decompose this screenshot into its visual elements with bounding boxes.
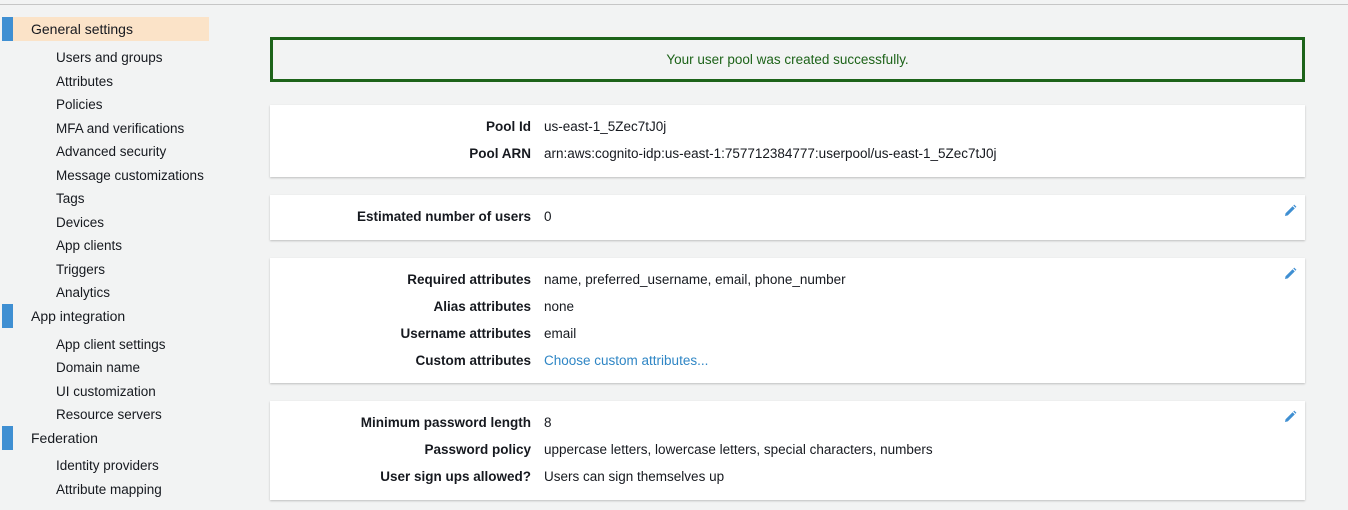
sidebar-section-app-integration[interactable]: App integration <box>0 304 210 328</box>
pencil-icon[interactable] <box>1283 410 1297 424</box>
sidebar: General settings Users and groups Attrib… <box>0 0 230 510</box>
users-card: Estimated number of users 0 <box>270 195 1305 240</box>
custom-attributes-label: Custom attributes <box>415 353 531 368</box>
sidebar-item-policies[interactable]: Policies <box>56 97 103 112</box>
required-attributes-row: Required attributes name, preferred_user… <box>270 272 1305 292</box>
sidebar-item-app-client-settings[interactable]: App client settings <box>56 337 166 352</box>
sidebar-item-domain-name[interactable]: Domain name <box>56 360 140 375</box>
estimated-users-label: Estimated number of users <box>356 209 531 224</box>
password-policy-row: Password policy uppercase letters, lower… <box>270 442 1305 462</box>
pool-info-card: Pool Id us-east-1_5Zec7tJ0j Pool ARN arn… <box>270 105 1305 177</box>
sidebar-item-advanced-security[interactable]: Advanced security <box>56 144 166 159</box>
attributes-card: Required attributes name, preferred_user… <box>270 258 1305 383</box>
choose-custom-attributes-link[interactable]: Choose custom attributes... <box>544 353 708 368</box>
sidebar-item-devices[interactable]: Devices <box>56 215 104 230</box>
sidebar-item-ui-customization[interactable]: UI customization <box>56 384 156 399</box>
sidebar-item-app-clients[interactable]: App clients <box>56 238 122 253</box>
min-password-length-label: Minimum password length <box>360 415 531 430</box>
section-marker <box>2 17 13 41</box>
username-attributes-value: email <box>544 326 577 341</box>
sidebar-item-analytics[interactable]: Analytics <box>56 285 110 300</box>
alias-attributes-value: none <box>544 299 575 314</box>
sidebar-item-resource-servers[interactable]: Resource servers <box>56 407 162 422</box>
user-signups-label: User sign ups allowed? <box>380 469 531 484</box>
alias-attributes-label: Alias attributes <box>433 299 531 314</box>
estimated-users-value: 0 <box>544 209 552 224</box>
pool-arn-label: Pool ARN <box>469 146 531 161</box>
sidebar-item-identity-providers[interactable]: Identity providers <box>56 458 159 473</box>
required-attributes-value: name, preferred_username, email, phone_n… <box>544 272 846 287</box>
pool-arn-value: arn:aws:cognito-idp:us-east-1:7577123847… <box>544 146 997 161</box>
password-policy-label: Password policy <box>424 442 531 457</box>
pencil-icon[interactable] <box>1283 204 1297 218</box>
username-attributes-row: Username attributes email <box>270 326 1305 346</box>
sidebar-item-attribute-mapping[interactable]: Attribute mapping <box>56 482 162 497</box>
sidebar-item-users-and-groups[interactable]: Users and groups <box>56 50 163 65</box>
pool-id-label: Pool Id <box>486 119 531 134</box>
alias-attributes-row: Alias attributes none <box>270 299 1305 319</box>
sidebar-section-federation[interactable]: Federation <box>0 426 210 450</box>
success-message: Your user pool was created successfully. <box>666 52 909 67</box>
pencil-icon[interactable] <box>1283 267 1297 281</box>
sidebar-section-general-settings[interactable]: General settings <box>0 17 210 41</box>
password-policy-value: uppercase letters, lowercase letters, sp… <box>544 442 933 457</box>
sidebar-item-tags[interactable]: Tags <box>56 191 85 206</box>
custom-attributes-row: Custom attributes Choose custom attribut… <box>270 353 1305 373</box>
sidebar-item-message-customizations[interactable]: Message customizations <box>56 168 204 183</box>
pool-arn-row: Pool ARN arn:aws:cognito-idp:us-east-1:7… <box>270 146 1305 166</box>
username-attributes-label: Username attributes <box>400 326 531 341</box>
sidebar-section-label[interactable]: General settings <box>31 21 133 37</box>
user-signups-value: Users can sign themselves up <box>544 469 725 484</box>
pool-id-row: Pool Id us-east-1_5Zec7tJ0j <box>270 119 1305 139</box>
sidebar-section-label[interactable]: App integration <box>31 308 125 324</box>
required-attributes-label: Required attributes <box>407 272 531 287</box>
section-marker <box>2 426 13 450</box>
success-banner: Your user pool was created successfully. <box>270 37 1305 82</box>
sidebar-section-label[interactable]: Federation <box>31 430 98 446</box>
section-marker <box>2 304 13 328</box>
sidebar-item-attributes[interactable]: Attributes <box>56 74 113 89</box>
min-password-length-value: 8 <box>544 415 552 430</box>
user-signups-row: User sign ups allowed? Users can sign th… <box>270 469 1305 489</box>
password-card: Minimum password length 8 Password polic… <box>270 401 1305 500</box>
pool-id-value: us-east-1_5Zec7tJ0j <box>544 119 667 134</box>
sidebar-item-triggers[interactable]: Triggers <box>56 262 105 277</box>
estimated-users-row: Estimated number of users 0 <box>270 209 1305 229</box>
min-password-length-row: Minimum password length 8 <box>270 415 1305 435</box>
sidebar-item-mfa[interactable]: MFA and verifications <box>56 121 184 136</box>
